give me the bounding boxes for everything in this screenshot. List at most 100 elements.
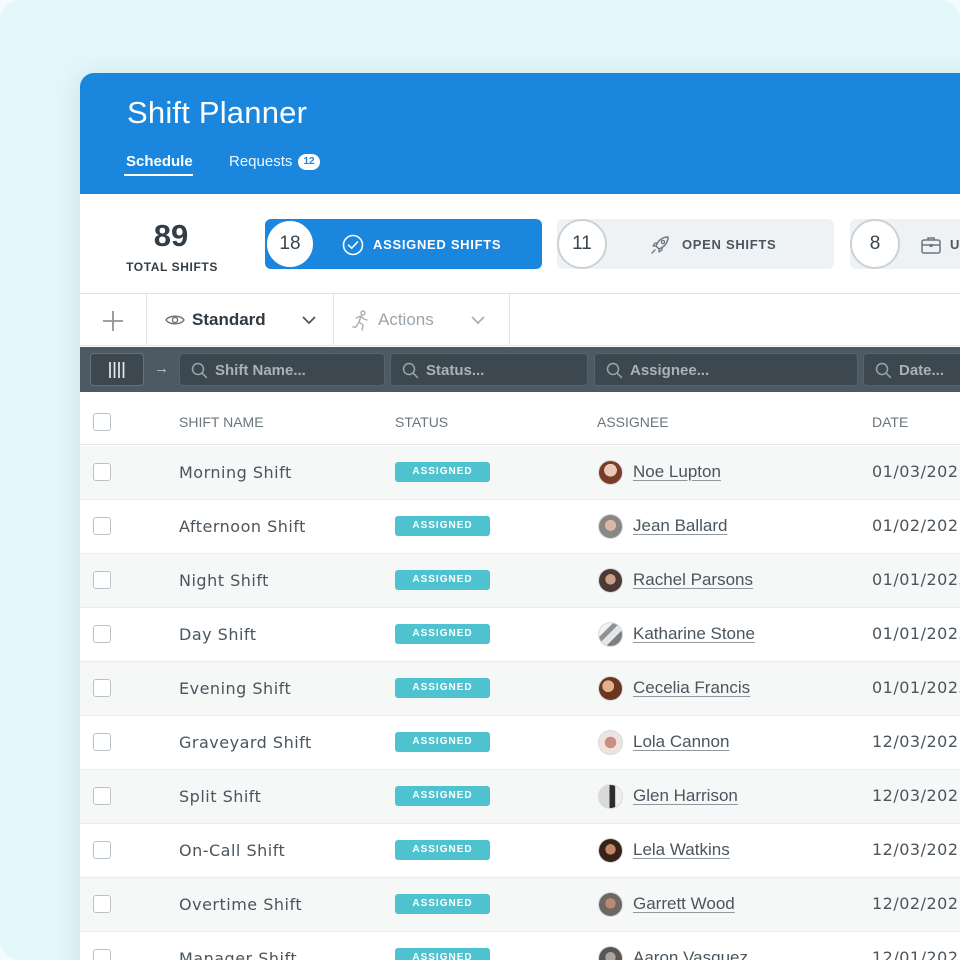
search-icon bbox=[875, 362, 892, 379]
shift-name: Morning Shift bbox=[179, 463, 292, 482]
column-header-date[interactable]: DATE bbox=[872, 414, 908, 430]
row-checkbox[interactable] bbox=[93, 949, 111, 960]
assignee-link[interactable]: Glen Harrison bbox=[633, 786, 738, 806]
column-header-status[interactable]: STATUS bbox=[395, 414, 448, 430]
view-dropdown[interactable]: Standard bbox=[147, 294, 334, 346]
table-row[interactable]: On-Call Shift ASSIGNED Lela Watkins 12/0… bbox=[80, 824, 960, 878]
shift-date: 01/01/2025 bbox=[872, 678, 960, 697]
table-row[interactable]: Evening Shift ASSIGNED Cecelia Francis 0… bbox=[80, 662, 960, 716]
status-filter[interactable]: Status... bbox=[390, 353, 588, 386]
filter-bar: → Shift Name... Status... Assignee... Da… bbox=[80, 347, 960, 392]
tab-requests[interactable]: Requests bbox=[229, 153, 292, 170]
assignee-link[interactable]: Katharine Stone bbox=[633, 624, 755, 644]
assignee-link[interactable]: Jean Ballard bbox=[633, 516, 728, 536]
shift-date: 12/03/202 bbox=[872, 786, 959, 805]
row-checkbox[interactable] bbox=[93, 841, 111, 859]
row-checkbox[interactable] bbox=[93, 679, 111, 697]
search-icon bbox=[191, 362, 208, 379]
status-badge: ASSIGNED bbox=[395, 894, 490, 914]
shift-name: Evening Shift bbox=[179, 679, 292, 698]
table-row[interactable]: Overtime Shift ASSIGNED Garrett Wood 12/… bbox=[80, 878, 960, 932]
avatar bbox=[598, 568, 623, 593]
assignee-filter[interactable]: Assignee... bbox=[594, 353, 858, 386]
active-tab-indicator bbox=[124, 174, 193, 176]
row-checkbox[interactable] bbox=[93, 571, 111, 589]
table-row[interactable]: Morning Shift ASSIGNED Noe Lupton 01/03/… bbox=[80, 446, 960, 500]
table-row[interactable]: Night Shift ASSIGNED Rachel Parsons 01/0… bbox=[80, 554, 960, 608]
table-row[interactable]: Day Shift ASSIGNED Katharine Stone 01/01… bbox=[80, 608, 960, 662]
shift-date: 12/01/202 bbox=[872, 948, 959, 960]
status-badge: ASSIGNED bbox=[395, 516, 490, 536]
avatar bbox=[598, 460, 623, 485]
status-badge: ASSIGNED bbox=[395, 948, 490, 960]
status-filter-placeholder: Status... bbox=[426, 362, 485, 379]
table-row[interactable]: Split Shift ASSIGNED Glen Harrison 12/03… bbox=[80, 770, 960, 824]
shift-date: 01/03/202 bbox=[872, 462, 959, 481]
third-count: 8 bbox=[850, 219, 900, 269]
actions-dropdown[interactable]: Actions bbox=[334, 294, 510, 346]
table-row[interactable]: Graveyard Shift ASSIGNED Lola Cannon 12/… bbox=[80, 716, 960, 770]
column-header-shift-name[interactable]: SHIFT NAME bbox=[179, 414, 264, 430]
open-count: 11 bbox=[557, 219, 607, 269]
app-window: Shift Planner Schedule Requests 12 89 TO… bbox=[80, 73, 960, 960]
tab-schedule[interactable]: Schedule bbox=[126, 153, 193, 170]
shift-date: 12/02/202 bbox=[872, 894, 959, 913]
toolbar: Standard Actions bbox=[80, 293, 960, 346]
column-header-assignee[interactable]: ASSIGNEE bbox=[597, 414, 669, 430]
assignee-link[interactable]: Aaron Vasquez bbox=[633, 948, 748, 960]
status-badge: ASSIGNED bbox=[395, 624, 490, 644]
actions-dropdown-label: Actions bbox=[378, 310, 434, 329]
row-checkbox[interactable] bbox=[93, 895, 111, 913]
open-shifts-card[interactable]: 11 OPEN SHIFTS bbox=[557, 219, 834, 269]
shift-name-filter[interactable]: Shift Name... bbox=[179, 353, 385, 386]
assigned-shifts-card[interactable]: 18 ASSIGNED SHIFTS bbox=[265, 219, 542, 269]
eye-icon bbox=[165, 315, 185, 325]
view-dropdown-label: Standard bbox=[192, 310, 266, 329]
check-circle-icon bbox=[342, 234, 364, 256]
shift-name: Afternoon Shift bbox=[179, 517, 306, 536]
add-button[interactable] bbox=[80, 294, 147, 346]
rocket-icon bbox=[651, 236, 669, 254]
row-checkbox[interactable] bbox=[93, 625, 111, 643]
row-checkbox[interactable] bbox=[93, 517, 111, 535]
total-shifts-value: 89 bbox=[153, 218, 189, 253]
assignee-link[interactable]: Lola Cannon bbox=[633, 732, 729, 752]
column-toggle-button[interactable] bbox=[90, 353, 144, 386]
select-all-checkbox[interactable] bbox=[93, 413, 111, 431]
third-stat-card[interactable]: 8 U bbox=[850, 219, 960, 269]
assigned-shifts-label: ASSIGNED SHIFTS bbox=[373, 237, 502, 252]
chevron-down-icon bbox=[471, 316, 485, 325]
status-badge: ASSIGNED bbox=[395, 678, 490, 698]
status-badge: ASSIGNED bbox=[395, 462, 490, 482]
assignee-link[interactable]: Cecelia Francis bbox=[633, 678, 750, 698]
third-stat-label: U bbox=[950, 237, 960, 252]
app-header: Shift Planner Schedule Requests 12 bbox=[80, 73, 960, 194]
open-shifts-label: OPEN SHIFTS bbox=[682, 237, 777, 252]
row-checkbox[interactable] bbox=[93, 787, 111, 805]
row-checkbox[interactable] bbox=[93, 463, 111, 481]
table-header: SHIFT NAME STATUS ASSIGNEE DATE bbox=[80, 392, 960, 445]
assignee-link[interactable]: Garrett Wood bbox=[633, 894, 735, 914]
avatar bbox=[598, 838, 623, 863]
page-title: Shift Planner bbox=[127, 95, 308, 130]
shift-date: 01/01/2025 bbox=[872, 624, 960, 643]
assignee-link[interactable]: Lela Watkins bbox=[633, 840, 730, 860]
shift-name: Manager Shift bbox=[179, 949, 298, 960]
shift-date: 01/01/2025 bbox=[872, 570, 960, 589]
search-icon bbox=[606, 362, 623, 379]
arrow-right-icon: → bbox=[154, 360, 169, 377]
shift-date: 12/03/202 bbox=[872, 732, 959, 751]
date-filter[interactable]: Date... bbox=[863, 353, 960, 386]
briefcase-icon bbox=[921, 237, 941, 254]
table-row[interactable]: Afternoon Shift ASSIGNED Jean Ballard 01… bbox=[80, 500, 960, 554]
assignee-link[interactable]: Noe Lupton bbox=[633, 462, 721, 482]
assignee-filter-placeholder: Assignee... bbox=[630, 362, 710, 379]
row-checkbox[interactable] bbox=[93, 733, 111, 751]
avatar bbox=[598, 730, 623, 755]
table-row[interactable]: Manager Shift ASSIGNED Aaron Vasquez 12/… bbox=[80, 932, 960, 960]
chevron-down-icon bbox=[302, 316, 316, 325]
avatar bbox=[598, 514, 623, 539]
assignee-link[interactable]: Rachel Parsons bbox=[633, 570, 753, 590]
status-badge: ASSIGNED bbox=[395, 570, 490, 590]
status-badge: ASSIGNED bbox=[395, 840, 490, 860]
